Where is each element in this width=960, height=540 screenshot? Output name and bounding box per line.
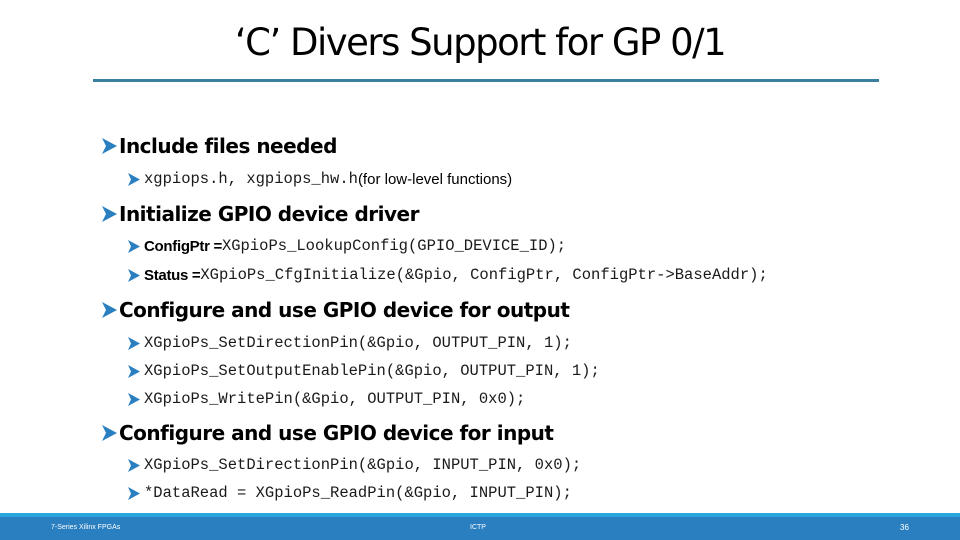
arrow-bullet-icon	[128, 458, 140, 472]
label-text: ConfigPtr =	[144, 237, 222, 255]
list-item: *DataRead = XGpioPs_ReadPin(&Gpio, INPUT…	[128, 484, 572, 502]
section-heading: Initialize GPIO device driver	[119, 202, 419, 226]
arrow-bullet-icon	[102, 138, 117, 154]
footer: 7-Series Xilinx FPGAs ICTP 36	[0, 517, 960, 540]
section-initialize-driver: Initialize GPIO device driver	[102, 202, 419, 226]
arrow-bullet-icon	[128, 239, 140, 253]
arrow-bullet-icon	[128, 172, 140, 186]
code-text: XGpioPs_CfgInitialize(&Gpio, ConfigPtr, …	[200, 266, 768, 284]
arrow-bullet-icon	[128, 486, 140, 500]
list-item: XGpioPs_WritePin(&Gpio, OUTPUT_PIN, 0x0)…	[128, 390, 525, 408]
code-text: *DataRead = XGpioPs_ReadPin(&Gpio, INPUT…	[144, 484, 572, 502]
title-underline	[93, 79, 879, 82]
arrow-bullet-icon	[102, 302, 117, 318]
arrow-bullet-icon	[102, 206, 117, 222]
list-item: xgpiops.h, xgpiops_hw.h (for low-level f…	[128, 170, 512, 188]
section-heading: Configure and use GPIO device for output	[119, 298, 570, 322]
section-output: Configure and use GPIO device for output	[102, 298, 570, 322]
slide-title: ‘C’ Divers Support for GP 0/1	[234, 21, 727, 64]
section-heading: Configure and use GPIO device for input	[119, 421, 554, 445]
note-text: (for low-level functions)	[357, 170, 513, 188]
section-heading: Include files needed	[119, 134, 337, 158]
code-text: XGpioPs_SetOutputEnablePin(&Gpio, OUTPUT…	[144, 362, 600, 380]
list-item: Status = XGpioPs_CfgInitialize(&Gpio, Co…	[128, 266, 768, 284]
arrow-bullet-icon	[128, 336, 140, 350]
list-item: ConfigPtr = XGpioPs_LookupConfig(GPIO_DE…	[128, 237, 566, 255]
page-number: 36	[900, 523, 909, 532]
list-item: XGpioPs_SetDirectionPin(&Gpio, INPUT_PIN…	[128, 456, 581, 474]
code-text: xgpiops.h, xgpiops_hw.h	[144, 170, 358, 188]
footer-left-text: 7-Series Xilinx FPGAs	[51, 524, 121, 531]
code-text: XGpioPs_WritePin(&Gpio, OUTPUT_PIN, 0x0)…	[144, 390, 526, 408]
code-text: XGpioPs_SetDirectionPin(&Gpio, OUTPUT_PI…	[144, 334, 572, 352]
section-input: Configure and use GPIO device for input	[102, 421, 554, 445]
arrow-bullet-icon	[128, 268, 140, 282]
section-include-files: Include files needed	[102, 134, 337, 158]
list-item: XGpioPs_SetDirectionPin(&Gpio, OUTPUT_PI…	[128, 334, 572, 352]
code-text: XGpioPs_SetDirectionPin(&Gpio, INPUT_PIN…	[144, 456, 582, 474]
footer-center-text: ICTP	[470, 524, 486, 531]
label-text: Status =	[144, 266, 201, 284]
arrow-bullet-icon	[128, 392, 140, 406]
arrow-bullet-icon	[102, 425, 117, 441]
code-text: XGpioPs_LookupConfig(GPIO_DEVICE_ID);	[221, 237, 567, 255]
arrow-bullet-icon	[128, 364, 140, 378]
list-item: XGpioPs_SetOutputEnablePin(&Gpio, OUTPUT…	[128, 362, 600, 380]
